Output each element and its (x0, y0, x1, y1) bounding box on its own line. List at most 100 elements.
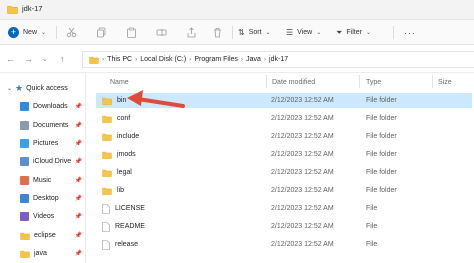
delete-button[interactable] (212, 25, 223, 40)
chevron-down-icon: ⌄ (365, 30, 371, 36)
column-divider[interactable] (266, 75, 267, 88)
folder-icon (102, 133, 112, 141)
breadcrumb-chevron-icon: › (102, 56, 105, 63)
quick-access-header[interactable]: ⌄ ★ Quick access (7, 83, 68, 94)
table-row[interactable]: LICENSE 2/12/2023 12:52 AM File (96, 201, 472, 216)
breadcrumb[interactable]: › This PC › Local Disk (C:) › Program Fi… (82, 51, 474, 68)
sidebar-item-label: eclipse (34, 232, 56, 239)
sidebar-item-desktop[interactable]: Desktop 📌 (20, 191, 84, 206)
sidebar-item-label: iCloud Drive (33, 158, 72, 165)
breadcrumb-jdk-17[interactable]: jdk-17 (269, 56, 288, 63)
toolbar-divider (56, 26, 57, 39)
more-icon: ··· (404, 27, 416, 38)
documents-icon (20, 121, 29, 130)
file-date: 2/12/2023 12:52 AM (271, 151, 334, 158)
column-divider[interactable] (432, 75, 433, 88)
cut-icon (66, 27, 77, 38)
column-header-name[interactable]: Name (110, 75, 129, 89)
rename-icon (156, 29, 167, 36)
more-options-button[interactable]: ··· (404, 25, 416, 40)
file-name: legal (117, 169, 132, 176)
table-row[interactable]: lib 2/12/2023 12:52 AM File folder (96, 183, 472, 198)
chevron-down-icon: ⌄ (7, 86, 13, 92)
column-header-size[interactable]: Size (438, 75, 452, 89)
file-icon (102, 239, 110, 250)
file-name: release (115, 241, 138, 248)
new-button[interactable]: + New ⌄ (8, 25, 46, 40)
breadcrumb-local-disk[interactable]: Local Disk (C:) (140, 56, 186, 63)
sidebar-item-documents[interactable]: Documents 📌 (20, 118, 84, 133)
filter-button[interactable]: ⏷ Filter ⌄ (336, 25, 371, 40)
sort-button[interactable]: ⇅ Sort ⌄ (238, 25, 271, 40)
share-button[interactable] (186, 25, 197, 40)
file-date: 2/12/2023 12:52 AM (271, 115, 334, 122)
sort-icon: ⇅ (238, 28, 245, 37)
toolbar-divider (393, 26, 394, 39)
share-icon (187, 27, 196, 38)
table-row[interactable]: conf 2/12/2023 12:52 AM File folder (96, 111, 472, 126)
pin-icon: 📌 (74, 104, 82, 110)
folder-icon (102, 169, 112, 177)
pin-icon: 📌 (74, 123, 82, 129)
view-button[interactable]: ☰ View ⌄ (286, 25, 321, 40)
recent-chevron-icon[interactable]: ⌄ (42, 55, 48, 63)
column-header-label: Size (438, 78, 452, 86)
file-name: jmods (117, 151, 136, 158)
sidebar-item-label: Desktop (33, 195, 59, 202)
file-type: File (366, 241, 378, 248)
sidebar-item-downloads[interactable]: Downloads 📌 (20, 99, 84, 114)
up-arrow-icon[interactable]: ↑ (60, 54, 65, 64)
file-date: 2/12/2023 12:52 AM (271, 169, 334, 176)
downloads-icon (20, 102, 29, 111)
sidebar-item-music[interactable]: Music 📌 (20, 173, 84, 188)
copy-button[interactable] (96, 25, 107, 40)
paste-button[interactable] (126, 25, 137, 40)
column-header-label: Date modified (272, 78, 316, 86)
table-row[interactable]: README 2/12/2023 12:52 AM File (96, 219, 472, 234)
file-date: 2/12/2023 12:52 AM (271, 97, 334, 104)
music-icon (20, 176, 29, 185)
back-arrow-icon[interactable]: ← (6, 54, 15, 64)
star-icon: ★ (15, 83, 24, 93)
pin-icon: 📌 (74, 233, 82, 239)
file-type: File (366, 205, 378, 212)
column-divider[interactable] (359, 75, 360, 88)
table-row[interactable]: include 2/12/2023 12:52 AM File folder (96, 129, 472, 144)
view-label: View (297, 29, 313, 36)
sidebar-item-icloud-drive[interactable]: iCloud Drive 📌 (20, 154, 84, 169)
breadcrumb-this-pc[interactable]: This PC (107, 56, 132, 63)
file-type: File folder (366, 115, 397, 122)
file-date: 2/12/2023 12:52 AM (271, 241, 334, 248)
breadcrumb-chevron-icon: › (189, 56, 192, 63)
table-row[interactable]: release 2/12/2023 12:52 AM File (96, 237, 472, 252)
pin-icon: 📌 (74, 196, 82, 202)
sidebar-item-label: Pictures (33, 140, 59, 147)
column-header-date[interactable]: Date modified (272, 75, 315, 89)
breadcrumb-chevron-icon: › (263, 56, 267, 63)
file-name: README (115, 223, 145, 230)
breadcrumb-java[interactable]: Java (246, 56, 261, 63)
file-name: include (117, 133, 140, 140)
file-name: bin (117, 97, 127, 104)
command-bar: + New ⌄ ⇅ Sort ⌄ ☰ View ⌄ ⏷ Filter ⌄ ··· (0, 20, 474, 45)
folder-icon (102, 151, 112, 159)
sidebar-item-pictures[interactable]: Pictures 📌 (20, 136, 84, 151)
breadcrumb-chevron-icon: › (135, 56, 138, 63)
filter-label: Filter (346, 29, 362, 36)
table-row[interactable]: bin 2/12/2023 12:52 AM File folder (96, 93, 472, 108)
file-date: 2/12/2023 12:52 AM (271, 187, 334, 194)
rename-button[interactable] (156, 25, 167, 40)
navigation-pane: ⌄ ★ Quick access Downloads 📌 Documents 📌… (0, 73, 86, 263)
breadcrumb-program-files[interactable]: Program Files (194, 56, 238, 63)
file-type: File folder (366, 151, 397, 158)
forward-arrow-icon[interactable]: → (24, 54, 33, 64)
sidebar-item-java[interactable]: java 📌 (20, 246, 84, 261)
table-row[interactable]: legal 2/12/2023 12:52 AM File folder (96, 165, 472, 180)
cut-button[interactable] (66, 25, 77, 40)
sidebar-item-videos[interactable]: Videos 📌 (20, 209, 84, 224)
sidebar-item-eclipse[interactable]: eclipse 📌 (20, 228, 84, 243)
column-header-type[interactable]: Type (366, 75, 381, 89)
sidebar-item-label: Videos (33, 213, 55, 220)
folder-icon (20, 232, 30, 240)
table-row[interactable]: jmods 2/12/2023 12:52 AM File folder (96, 147, 472, 162)
